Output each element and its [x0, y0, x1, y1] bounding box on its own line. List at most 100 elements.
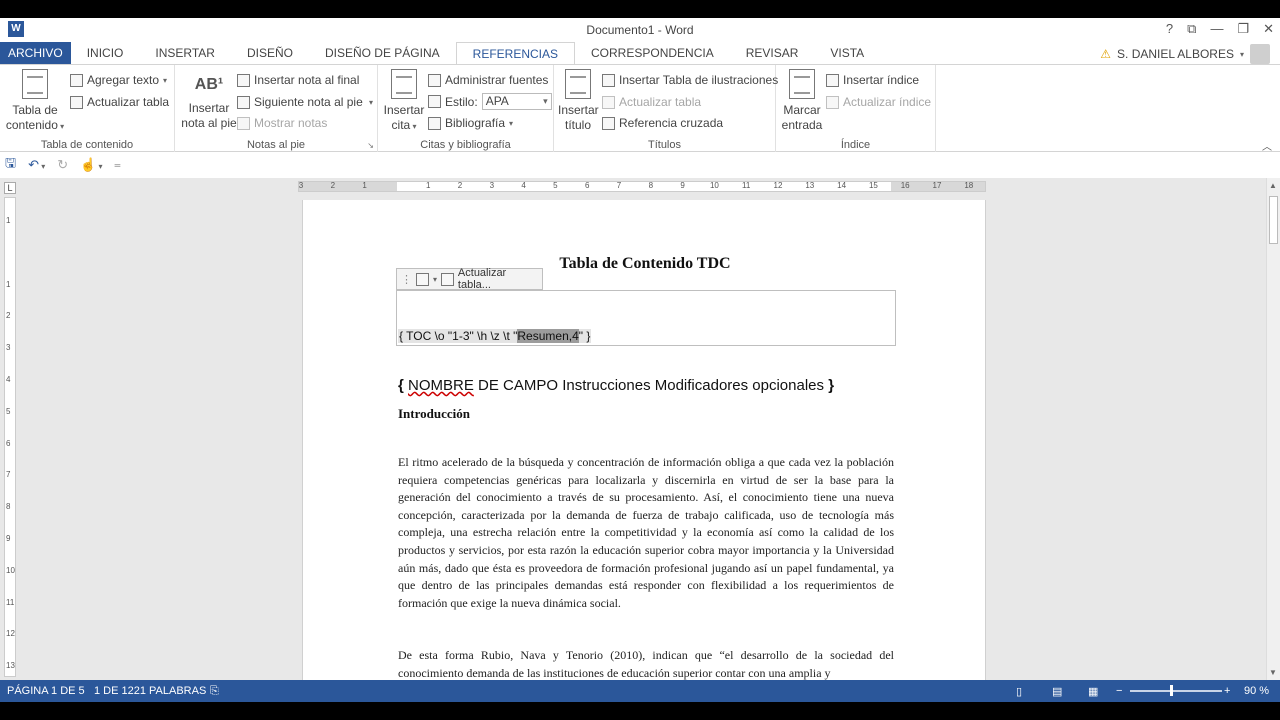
insert-footnote-button[interactable]: AB¹ Insertar nota al pie: [179, 69, 239, 131]
group-indice: Marcar entrada Insertar índice Actualiza…: [776, 65, 936, 153]
toc-update-button[interactable]: Actualizar tabla...: [458, 267, 542, 291]
ruler-number: 12: [773, 181, 783, 190]
ruler-number: 12: [6, 629, 15, 639]
customize-qat-icon[interactable]: ═: [115, 161, 121, 170]
mark-entry-label-1: Marcar: [783, 103, 821, 117]
update-figures-icon: [602, 95, 615, 109]
scroll-up-icon[interactable]: ▲: [1269, 181, 1277, 190]
update-table-of-figures-button[interactable]: Actualizar tabla: [602, 95, 701, 109]
endnote-icon: [237, 73, 250, 87]
zoom-in-icon[interactable]: +: [1224, 685, 1230, 697]
print-layout-icon[interactable]: ▤: [1052, 685, 1062, 698]
user-name[interactable]: S. DANIEL ALBORES: [1117, 47, 1234, 61]
ruler-number: 3: [489, 181, 495, 190]
ruler-number: 2: [330, 181, 336, 190]
tab-diseno[interactable]: DISEÑO: [231, 42, 309, 64]
next-footnote-button[interactable]: Siguiente nota al pie ▾: [237, 95, 373, 109]
tab-diseno-de-pagina[interactable]: DISEÑO DE PÁGINA: [309, 42, 456, 64]
style-icon: [428, 95, 441, 108]
insert-caption-button[interactable]: Insertar título: [558, 69, 599, 133]
add-text-label: Agregar texto: [87, 73, 160, 87]
toc-button[interactable]: Tabla de contenido ▾: [4, 69, 66, 134]
add-text-button[interactable]: Agregar texto ▾: [70, 73, 167, 87]
zoom-level[interactable]: 90 %: [1244, 685, 1269, 697]
update-toc-label: Actualizar tabla: [87, 95, 170, 109]
document-page[interactable]: Tabla de Contenido TDC ⋮ ▾ Actualizar ta…: [302, 200, 986, 680]
tab-vista[interactable]: VISTA: [814, 42, 880, 64]
ruler-number: 4: [6, 375, 11, 384]
scroll-down-icon[interactable]: ▼: [1269, 668, 1277, 677]
warning-icon[interactable]: ⚠: [1100, 47, 1111, 61]
bibliography-label: Bibliografía: [445, 116, 506, 130]
ruler-number: 18: [964, 181, 974, 190]
tab-archivo[interactable]: ARCHIVO: [0, 42, 71, 64]
avatar[interactable]: [1250, 44, 1270, 64]
word-count[interactable]: 1 DE 1221 PALABRAS: [94, 685, 206, 697]
save-icon[interactable]: 🖫: [5, 154, 16, 176]
style-label: Estilo:: [445, 94, 478, 109]
ruler-number: 14: [837, 181, 847, 190]
ruler-number: 1: [362, 181, 367, 190]
toc-field-tab[interactable]: ⋮ ▾ Actualizar tabla...: [396, 267, 543, 291]
manage-sources-icon: [428, 73, 441, 87]
toc-field-code[interactable]: { TOC \o "1-3" \h \z \t "Resumen,4" }: [398, 329, 592, 343]
restore-icon[interactable]: ❐: [1237, 21, 1249, 37]
ribbon-display-options-icon[interactable]: ⧉: [1187, 21, 1196, 37]
close-icon[interactable]: ✕: [1263, 21, 1274, 37]
insert-citation-button[interactable]: Insertar cita ▾: [382, 69, 426, 134]
help-icon[interactable]: ?: [1166, 21, 1173, 37]
insert-table-of-figures-button[interactable]: Insertar Tabla de ilustraciones: [602, 73, 778, 87]
drag-handle-icon[interactable]: ⋮: [401, 273, 412, 286]
update-index-button[interactable]: Actualizar índice: [826, 95, 931, 109]
style-select[interactable]: APA: [481, 93, 552, 110]
field-syntax-rest: DE CAMPO Instrucciones Modificadores opc…: [473, 377, 829, 394]
tab-correspondencia[interactable]: CORRESPONDENCIA: [575, 42, 730, 64]
read-mode-icon[interactable]: ▯: [1016, 685, 1022, 698]
mark-entry-button[interactable]: Marcar entrada: [780, 69, 824, 133]
window-controls: ? ⧉ — ❐ ✕: [1166, 21, 1274, 37]
ruler-number: 15: [868, 181, 878, 190]
ruler-number: 4: [521, 181, 526, 190]
dialog-launcher-icon[interactable]: ↘: [367, 141, 374, 150]
insert-index-button[interactable]: Insertar índice: [826, 73, 919, 87]
user-account[interactable]: ⚠ S. DANIEL ALBORES ▾: [1100, 44, 1270, 64]
tab-insertar[interactable]: INSERTAR: [139, 42, 231, 64]
bibliography-button[interactable]: Bibliografía ▾: [428, 116, 513, 130]
horizontal-ruler[interactable]: 3 2 1 1 2 3 4 5 6 7 8 9 10 11 12 13 14 15 16 17 18: [298, 181, 986, 192]
tab-revisar[interactable]: REVISAR: [730, 42, 815, 64]
ruler-number: 9: [680, 181, 685, 190]
toc-code-suffix: " }: [578, 329, 591, 343]
page-count[interactable]: PÁGINA 1 DE 5: [7, 685, 85, 697]
document-icon[interactable]: [416, 272, 429, 286]
update-index-icon: [826, 95, 839, 109]
ruler-number: 3: [6, 343, 11, 353]
zoom-out-icon[interactable]: −: [1116, 685, 1122, 697]
zoom-slider-thumb[interactable]: [1169, 685, 1173, 696]
scroll-thumb[interactable]: [1269, 196, 1278, 244]
group-notas-al-pie: AB¹ Insertar nota al pie Insertar nota a…: [175, 65, 378, 153]
tab-referencias[interactable]: REFERENCIAS: [455, 42, 576, 64]
group-label-captions: Títulos: [647, 139, 681, 151]
ruler-number: 17: [932, 181, 942, 190]
insert-endnote-button[interactable]: Insertar nota al final: [237, 73, 359, 87]
vertical-scrollbar[interactable]: ▲ ▼: [1266, 178, 1280, 680]
undo-icon[interactable]: ↶ ▾: [28, 157, 45, 173]
update-toc-button[interactable]: Actualizar tabla: [70, 95, 169, 109]
show-notes-button[interactable]: Mostrar notas: [237, 116, 327, 130]
touch-mode-icon[interactable]: ☝ ▾: [80, 157, 102, 173]
zoom-slider[interactable]: [1130, 685, 1222, 696]
redo-icon[interactable]: ↻: [57, 157, 68, 173]
chevron-down-icon[interactable]: ▾: [1240, 50, 1244, 59]
minimize-icon[interactable]: —: [1210, 21, 1223, 37]
vertical-ruler[interactable]: 1 1 2 3 4 5 6 7 8 9 10 11 12 13: [4, 197, 16, 677]
cross-reference-button[interactable]: Referencia cruzada: [602, 116, 723, 130]
tab-selector-icon[interactable]: L: [4, 182, 16, 194]
manage-sources-button[interactable]: Administrar fuentes: [428, 73, 548, 87]
web-layout-icon[interactable]: ▦: [1088, 685, 1098, 698]
field-syntax-line: { NOMBRE DE CAMPO Instrucciones Modifica…: [398, 377, 834, 394]
insert-index-icon: [826, 73, 839, 87]
proofing-icon[interactable]: ⎘: [210, 685, 219, 698]
collapse-ribbon-icon[interactable]: ︿: [1262, 138, 1272, 153]
tab-inicio[interactable]: INICIO: [71, 42, 140, 64]
ruler-number: 1: [6, 279, 11, 289]
